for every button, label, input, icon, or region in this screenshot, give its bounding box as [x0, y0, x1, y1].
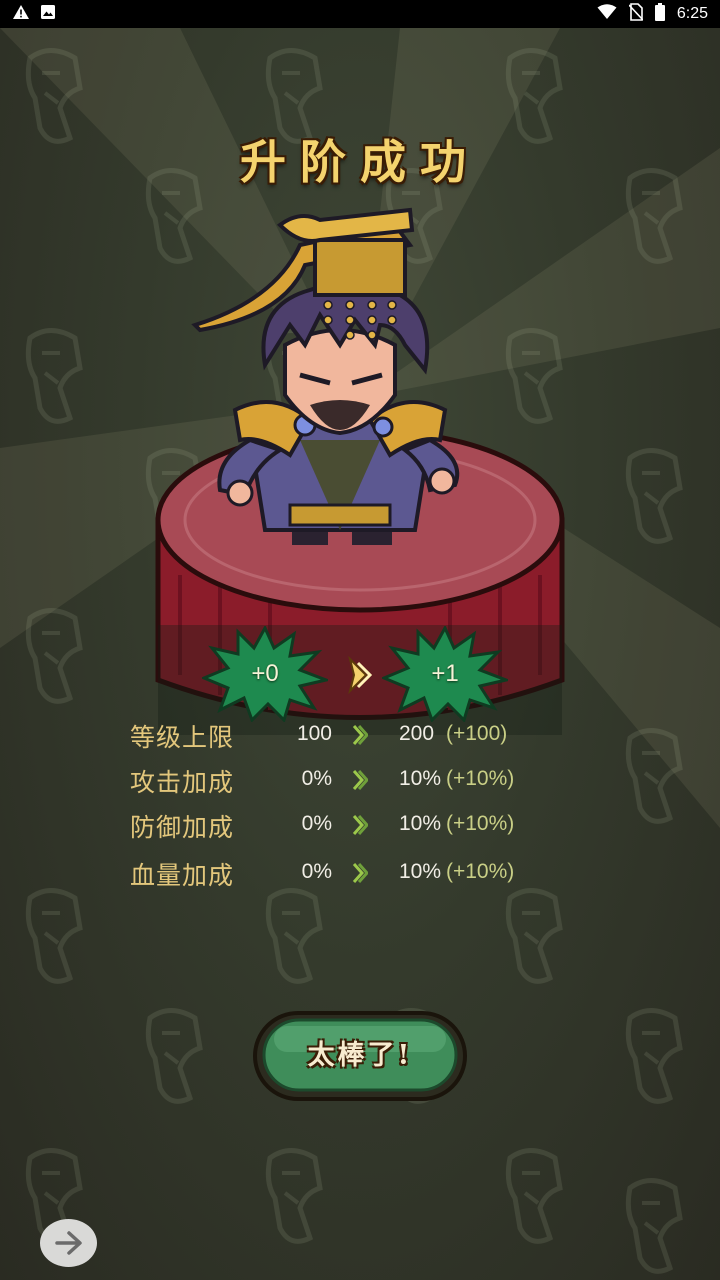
- stat-to-value: 10%: [399, 767, 442, 790]
- stat-row-health: 血量加成 0% 10% (+10%): [130, 852, 550, 897]
- confirm-button-label: 太棒了!: [307, 1040, 413, 1071]
- stat-to-value: 10%: [399, 812, 442, 835]
- stat-arrow-icon: [352, 725, 368, 745]
- stat-from-value: 100: [296, 722, 332, 745]
- stat-from-value: 0%: [301, 767, 332, 790]
- stat-label: 血量加成: [130, 861, 235, 890]
- stat-delta-value: (+10%): [446, 812, 515, 835]
- stat-arrow-icon: [352, 815, 368, 835]
- status-bar: 6:25: [0, 0, 720, 28]
- stat-to-value: 200: [399, 722, 435, 745]
- stat-row-level-cap: 等级上限 100 200 (+100): [130, 714, 550, 759]
- stat-from-value: 0%: [301, 860, 332, 883]
- image-icon: [40, 4, 56, 24]
- stat-label: 防御加成: [130, 813, 235, 842]
- stage-to-badge: +1: [382, 626, 508, 722]
- stat-row-attack: 攻击加成 0% 10% (+10%): [130, 759, 550, 804]
- stage-from-label: +0: [251, 660, 279, 687]
- stats-list: 等级上限 100 200 (+100) 攻击加成 0% 10% (+10%) 防…: [130, 714, 550, 897]
- status-time: 6:25: [676, 5, 708, 22]
- stat-row-defense: 防御加成 0% 10% (+10%): [130, 804, 550, 849]
- arrow-right-icon: [54, 1231, 82, 1255]
- stat-label: 等级上限: [130, 723, 235, 752]
- wifi-icon: [597, 4, 617, 24]
- page-title: 升阶成功: [240, 135, 480, 189]
- stage-to-label: +1: [431, 660, 459, 687]
- stat-delta-value: (+10%): [446, 767, 515, 790]
- stat-label: 攻击加成: [130, 768, 235, 797]
- stat-arrow-icon: [352, 863, 368, 883]
- stage-arrow-icon: [348, 655, 373, 695]
- stat-delta-value: (+100): [446, 722, 508, 745]
- battery-icon: [654, 3, 665, 25]
- confirm-button[interactable]: 太棒了!: [252, 1010, 468, 1102]
- stat-delta-value: (+10%): [446, 860, 515, 883]
- no-sim-icon: [628, 3, 644, 25]
- stat-to-value: 10%: [399, 860, 442, 883]
- next-arrow-button[interactable]: [40, 1219, 97, 1267]
- hero-character: [191, 207, 460, 545]
- stat-from-value: 0%: [301, 812, 332, 835]
- stat-arrow-icon: [352, 770, 368, 790]
- stage-from-badge: +0: [202, 626, 328, 722]
- warning-icon: [12, 4, 30, 24]
